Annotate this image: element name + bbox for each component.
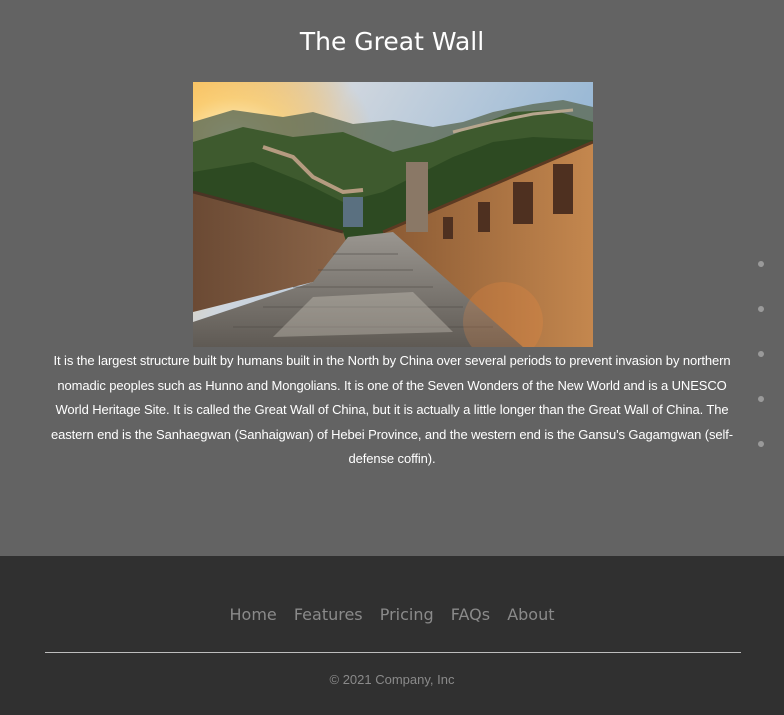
- footer-link-home[interactable]: Home: [230, 605, 277, 624]
- footer-divider: [45, 652, 741, 653]
- footer-link-features[interactable]: Features: [294, 605, 363, 624]
- carousel-dot-4[interactable]: [758, 396, 764, 402]
- description-text: It is the largest structure built by hum…: [50, 353, 734, 466]
- footer-link-about[interactable]: About: [507, 605, 554, 624]
- carousel-dot-3[interactable]: [758, 351, 764, 357]
- footer-link-faqs[interactable]: FAQs: [451, 605, 490, 624]
- carousel-dot-2[interactable]: [758, 306, 764, 312]
- copyright-text: © 2021 Company, Inc: [329, 672, 455, 687]
- carousel-dot-1[interactable]: [758, 261, 764, 267]
- carousel-indicators: [758, 261, 766, 486]
- footer: Home Features Pricing FAQs About © 2021 …: [0, 556, 784, 715]
- carousel-dot-5[interactable]: [758, 441, 764, 447]
- footer-nav: Home Features Pricing FAQs About: [0, 605, 784, 624]
- page-title: The Great Wall: [299, 27, 485, 56]
- great-wall-photo: [193, 82, 593, 347]
- main-section: The Great Wall It is the largest structu…: [0, 0, 784, 556]
- footer-link-pricing[interactable]: Pricing: [380, 605, 434, 624]
